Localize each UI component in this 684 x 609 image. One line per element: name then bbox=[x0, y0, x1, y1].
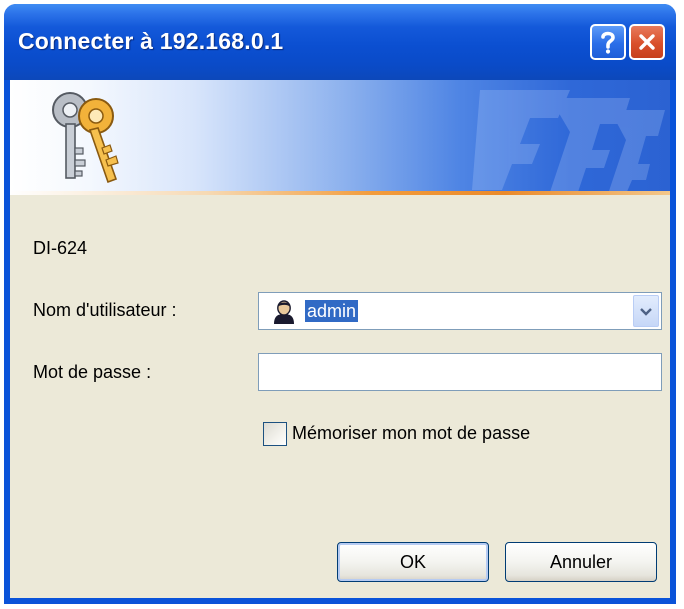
title-bar[interactable]: Connecter à 192.168.0.1 bbox=[4, 4, 676, 80]
username-value[interactable]: admin bbox=[305, 300, 359, 322]
username-combobox[interactable]: admin bbox=[258, 292, 662, 330]
username-label: Nom d'utilisateur : bbox=[33, 300, 177, 320]
window-title: Connecter à 192.168.0.1 bbox=[18, 28, 284, 54]
username-dropdown-button[interactable] bbox=[633, 295, 659, 327]
x-close-icon bbox=[636, 31, 658, 53]
chevron-down-icon bbox=[639, 302, 653, 321]
banner bbox=[10, 80, 670, 194]
keys-icon bbox=[40, 86, 132, 192]
user-icon bbox=[271, 300, 297, 328]
question-mark-icon bbox=[596, 29, 620, 55]
password-label: Mot de passe : bbox=[33, 362, 152, 382]
remember-password-checkbox[interactable] bbox=[263, 422, 287, 446]
cancel-button[interactable]: Annuler bbox=[505, 542, 657, 582]
password-input[interactable] bbox=[258, 353, 662, 391]
ok-button[interactable]: OK bbox=[337, 542, 489, 582]
remember-password-label[interactable]: Mémoriser mon mot de passe bbox=[292, 423, 530, 444]
login-dialog: Connecter à 192.168.0.1 DI-624 Nom d'uti… bbox=[4, 4, 676, 604]
dialog-body: DI-624 Nom d'utilisateur : admin Mot de … bbox=[10, 195, 670, 598]
realm-label: DI-624 bbox=[33, 238, 88, 258]
help-button[interactable] bbox=[590, 24, 626, 60]
close-button[interactable] bbox=[629, 24, 665, 60]
